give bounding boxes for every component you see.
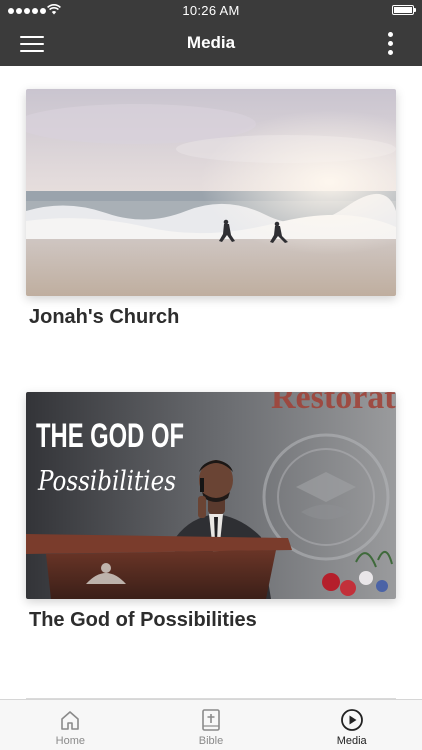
more-vertical-icon[interactable] [386,32,394,56]
beach-waves-image [26,89,396,296]
tab-label: Home [55,735,85,747]
status-time: 10:26 AM [182,3,240,18]
media-title[interactable]: The God of Possibilities [29,609,396,632]
sermon-thumbnail-image: Restoration [26,392,396,599]
tab-media[interactable]: Media [281,700,422,750]
home-icon [59,708,81,732]
media-card-god-of-possibilities[interactable]: Restoration [26,392,396,632]
status-bar: 10:26 AM [0,0,422,22]
tab-label: Bible [198,735,224,747]
thumbnail-heading-text: THE GOD OF [36,417,184,455]
nav-bar: Media [0,22,422,66]
thumbnail-script-text: Possibilities [37,466,176,497]
media-title[interactable]: Jonah's Church [29,306,396,329]
tab-bar: Home Bible Media [0,699,422,750]
media-list: Jonah's Church Restoration [0,66,422,699]
bible-icon [200,708,222,732]
tab-bible[interactable]: Bible [141,700,282,750]
media-thumbnail[interactable]: Restoration [26,392,396,599]
svg-text:Restoration: Restoration [271,392,396,416]
page-title: Media [186,33,236,52]
tab-label: Media [336,735,367,747]
play-circle-icon [340,708,364,732]
media-card-jonahs-church[interactable]: Jonah's Church [26,89,396,329]
media-thumbnail[interactable] [26,89,396,296]
battery-icon [392,5,416,15]
header: 10:26 AM Media [0,0,422,66]
tab-home[interactable]: Home [0,700,141,750]
